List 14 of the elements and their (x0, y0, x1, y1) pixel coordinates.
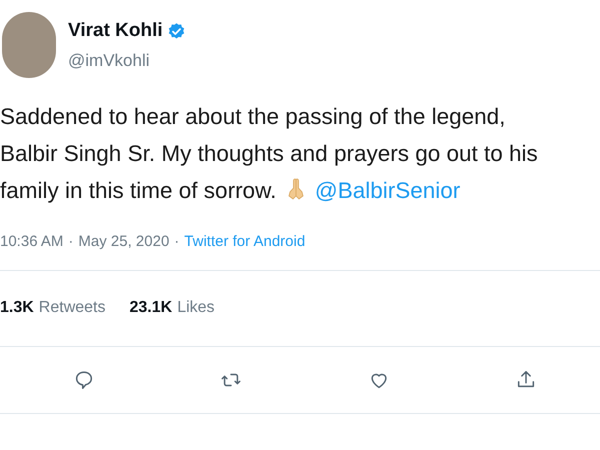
tweet-text: Saddened to hear about the passing of the legend, Balbir Singh Sr. My thoughts and prayers go out to his family in this time of sorrow. @BalbirSenior (0, 103, 539, 205)
tweet-time: 10:36 AM (0, 232, 64, 252)
author-handle[interactable]: @imVkohli (68, 48, 186, 73)
tweet-date: May 25, 2020 (78, 232, 170, 252)
author-name[interactable]: Virat Kohli (68, 17, 163, 46)
source-link[interactable]: Twitter for Android (184, 231, 306, 254)
separator-dot: · (68, 232, 74, 252)
avatar-photo-placeholder[interactable] (2, 12, 56, 78)
stat-count: 1.3K (0, 298, 34, 318)
stat-count: 23.1K (130, 298, 172, 318)
stat-label[interactable]: Likes (177, 296, 215, 320)
stat-label[interactable]: Retweets (38, 296, 106, 320)
mention-link[interactable]: @BalbirSenior (314, 178, 460, 203)
separator-dot: · (174, 232, 180, 252)
